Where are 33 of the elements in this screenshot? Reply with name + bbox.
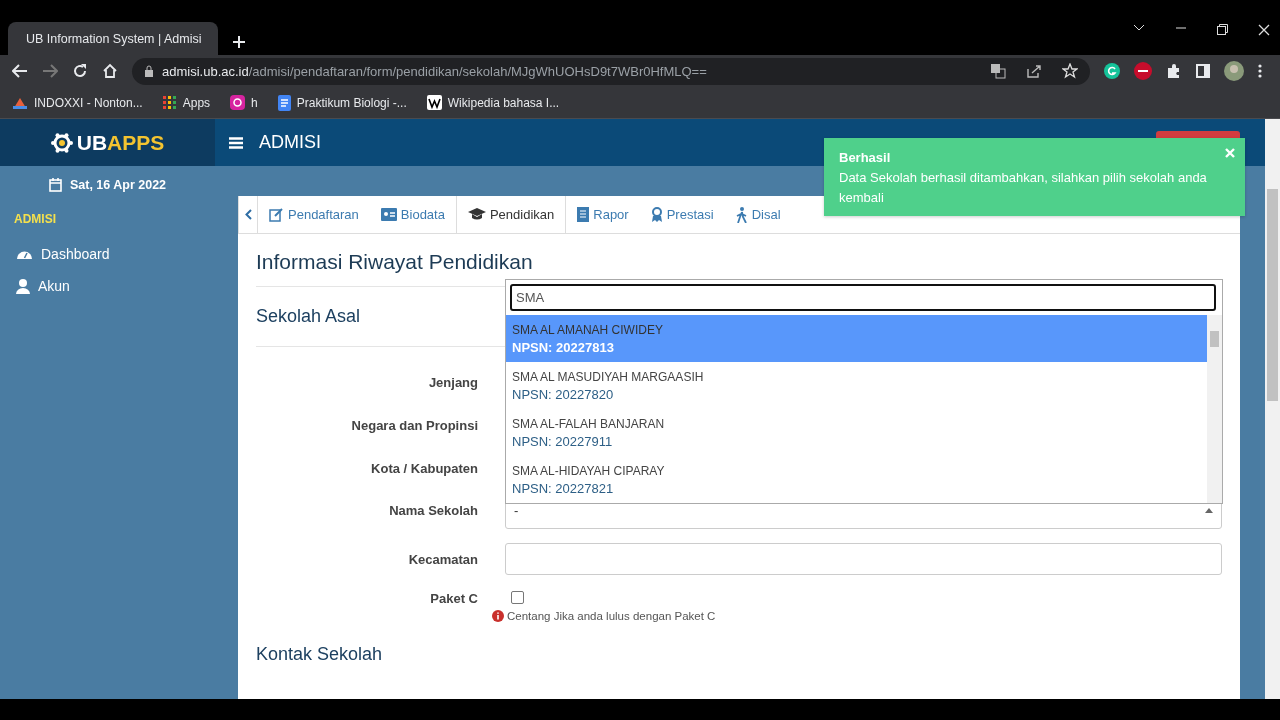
form-tab[interactable]: Rapor (566, 196, 640, 233)
field-label: Paket C (429, 591, 479, 606)
bookmark[interactable]: INDOXXI - Nonton... (12, 95, 143, 110)
toast-message: Data Sekolah berhasil ditambahkan, silahkan pilih sekolah anda kembali (839, 170, 1207, 205)
field-label: Negara dan Propinsi (350, 418, 479, 433)
bookmark[interactable]: h (230, 95, 258, 110)
form-tab[interactable]: Biodata (369, 196, 456, 233)
sidebar-item[interactable]: Akun (0, 270, 215, 302)
bookmark[interactable]: Wikipedia bahasa I... (426, 95, 560, 110)
form-tab[interactable]: Prestasi (639, 196, 725, 233)
help-text: Centang Jika anda lulus dengan Paket C (507, 610, 716, 622)
page-header-title: ADMISI (259, 132, 321, 153)
app-logo-text: UBAPPS (76, 130, 165, 155)
search-field[interactable]: SMA (510, 284, 1216, 311)
bookmark[interactable]: Praktikum Biologi -... (277, 94, 407, 111)
browser-tab[interactable]: UB Information System | Admisi (8, 22, 218, 55)
section-title: Kontak Sekolah (256, 644, 383, 664)
field-label: Kota / Kabupaten (370, 461, 479, 476)
sidebar-item[interactable]: Dashboard (0, 238, 215, 270)
form-tab[interactable]: Disal (724, 196, 792, 233)
current-date: Sat, 16 Apr 2022 (69, 178, 167, 192)
field-label: Nama Sekolah (388, 503, 479, 518)
field-label: Kecamatan (407, 551, 479, 567)
form-tab[interactable]: Pendidikan (455, 196, 567, 233)
bookmark[interactable]: Apps (162, 95, 211, 110)
address-bar[interactable]: admisi.ub.ac.id/admisi/pendaftaran/form/pendidikan/sekolah/MJgWhUOHsD9t7WBr0HfMLQ== (132, 57, 1090, 85)
sidebar-section-title: ADMISI (14, 212, 57, 226)
field-label: Jenjang (427, 375, 479, 390)
form-tab[interactable]: Pendaftaran (258, 196, 370, 233)
dropdown-option[interactable]: SMA AL MASUDIYAH MARGAASIH NPSN: 20227820 (506, 362, 1207, 409)
dropdown-option[interactable]: SMA AL AMANAH CIWIDEY NPSN: 20227813 (506, 315, 1207, 362)
toast-title: Berhasil (839, 149, 892, 167)
dropdown-option[interactable]: SMA AL-FALAH BANJARAN NPSN: 20227911 (506, 409, 1207, 456)
